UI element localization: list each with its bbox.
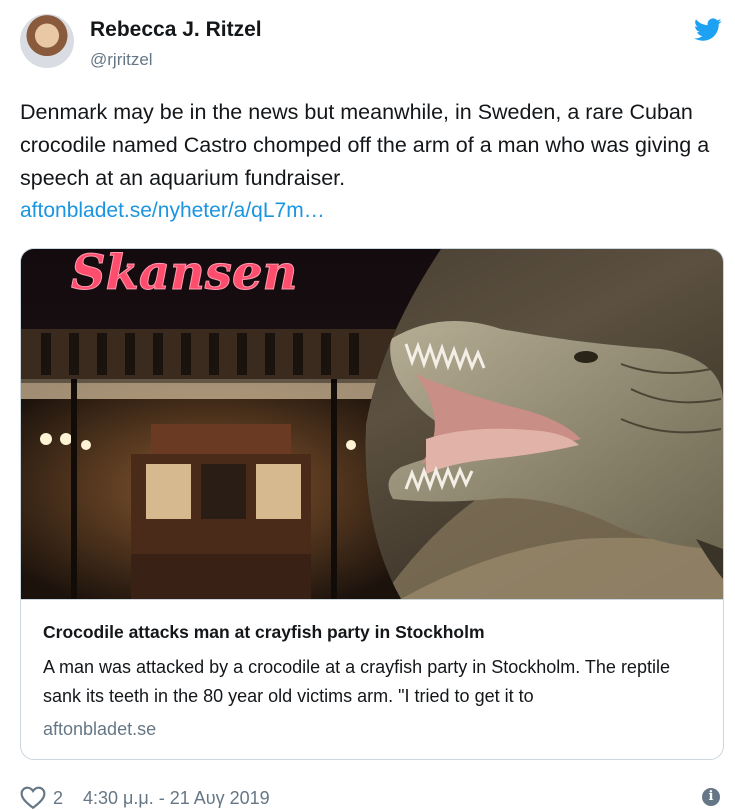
like-count: 2: [53, 788, 64, 808]
card-image[interactable]: Skansen: [21, 249, 723, 599]
skansen-neon-sign: Skansen: [71, 249, 297, 301]
info-icon[interactable]: i: [702, 788, 720, 806]
avatar[interactable]: [20, 14, 74, 68]
author-display-name[interactable]: Rebecca J. Ritzel: [90, 18, 262, 42]
tweet-text: Denmark may be in the news but meanwhile…: [20, 100, 710, 190]
author-handle[interactable]: @rjritzel: [90, 50, 153, 70]
heart-icon[interactable]: [20, 786, 46, 810]
card-description: A man was attacked by a crocodile at a c…: [43, 657, 670, 706]
card-domain: aftonbladet.se: [43, 719, 157, 739]
embedded-tweet: Rebecca J. Ritzel @rjritzel Denmark may …: [0, 0, 735, 810]
tweet-link[interactable]: aftonbladet.se/nyheter/a/qL7m…: [20, 199, 325, 223]
link-preview-card[interactable]: Skansen Crocodile attacks man at crayfis…: [20, 248, 724, 760]
timestamp[interactable]: 4:30 μ.μ. - 21 Αυγ 2019: [83, 788, 270, 809]
twitter-bird-icon[interactable]: [694, 18, 722, 42]
tweet-footer: 2 4:30 μ.μ. - 21 Αυγ 2019 i: [20, 786, 722, 810]
card-divider: [21, 599, 723, 600]
card-title[interactable]: Crocodile attacks man at crayfish party …: [43, 622, 485, 643]
